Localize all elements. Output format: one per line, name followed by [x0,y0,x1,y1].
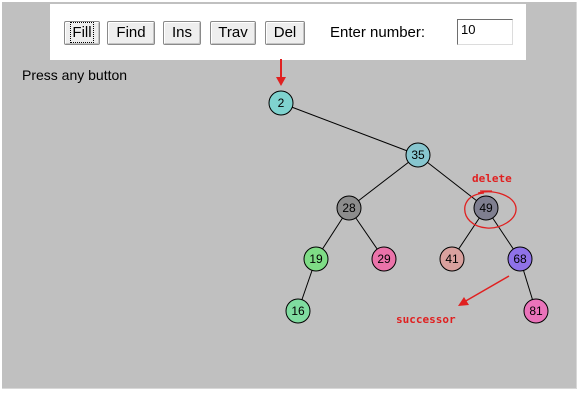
tree-node-label: 29 [377,252,391,266]
tree-node-label: 19 [309,252,323,266]
tree-node-41: 41 [439,246,465,272]
successor-arrow-shaft [463,275,510,303]
tree-node-49: 49 [473,195,499,221]
tree-node-label: 2 [278,96,285,110]
successor-annotation: successor [396,313,456,326]
tree-node-28: 28 [336,195,362,221]
tree-node-16: 16 [285,298,311,324]
tree-node-81: 81 [523,298,549,324]
tree-node-label: 81 [529,304,543,318]
successor-arrow-head [458,297,469,306]
tree-node-label: 68 [513,252,527,266]
tree-nodes: 2 35 28 49 19 29 41 68 16 81 [268,90,549,324]
tree-node-35: 35 [405,142,431,168]
tree-node-19: 19 [303,246,329,272]
tree-node-29: 29 [371,246,397,272]
tree-node-2: 2 [268,90,294,116]
tree-node-label: 28 [342,201,356,215]
tree-node-label: 41 [445,252,459,266]
tree-edge-n35-n28 [348,154,419,209]
tree-node-label: 49 [479,201,493,215]
tree-node-label: 35 [411,148,425,162]
annotation-layer: delete successor [276,59,517,326]
tree-edge-n2-n35 [280,102,419,156]
delete-annotation: delete [472,172,512,185]
tree-node-label: 16 [291,304,305,318]
tree-canvas: delete successor 2 35 28 49 19 29 41 68 16 81 [268,59,549,326]
root-pointer-arrow-head [276,77,286,86]
tree-node-68: 68 [507,246,533,272]
